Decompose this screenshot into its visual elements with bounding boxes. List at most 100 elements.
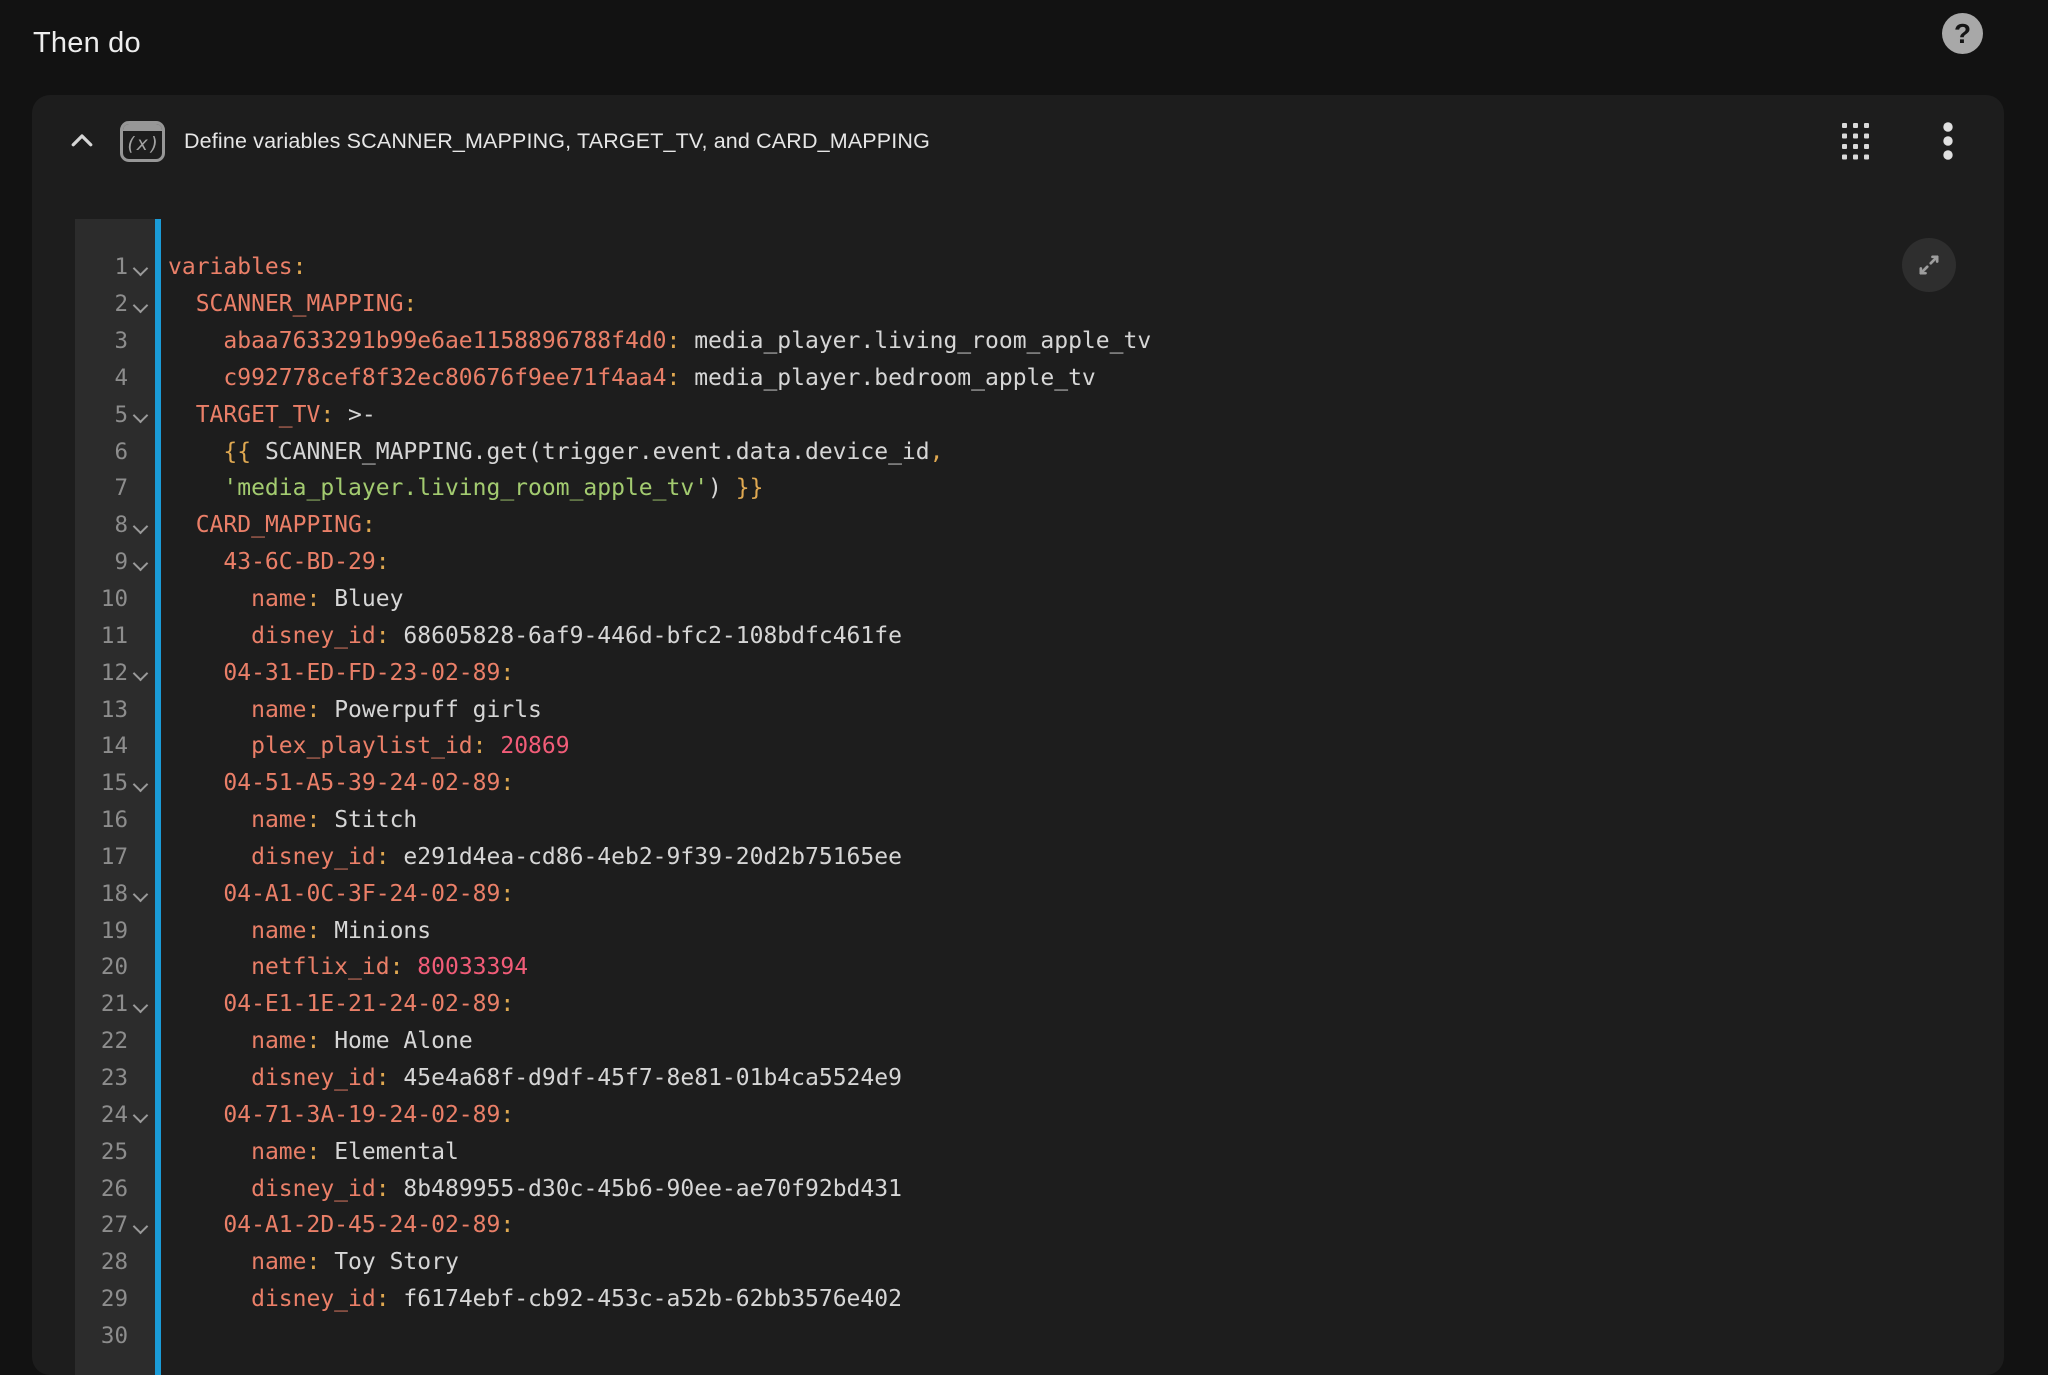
collapse-button[interactable] <box>58 117 106 165</box>
code-line[interactable]: 15 04-51-A5-39-24-02-89: <box>75 765 2004 802</box>
fold-chevron-icon[interactable] <box>133 887 149 903</box>
code-token: : <box>500 991 514 1017</box>
expand-diagonal-icon <box>1915 251 1943 279</box>
code-line[interactable]: 7 'media_player.living_room_apple_tv') }… <box>75 470 2004 507</box>
code-token: : <box>376 549 390 575</box>
code-token: SCANNER_MAPPING <box>196 291 404 317</box>
gutter-cell: 24 <box>75 1102 155 1128</box>
fold-chevron-icon[interactable] <box>133 1108 149 1124</box>
line-number: 13 <box>101 697 128 723</box>
code-line[interactable]: 11 disney_id: 68605828-6af9-446d-bfc2-10… <box>75 617 2004 654</box>
line-number: 26 <box>101 1176 128 1202</box>
fold-chevron-icon[interactable] <box>133 1219 149 1235</box>
code-line[interactable]: 10 name: Bluey <box>75 581 2004 618</box>
code-token: media_player.bedroom_apple_tv <box>680 365 1095 391</box>
gutter-cell: 12 <box>75 660 155 686</box>
gutter-cell: 17 <box>75 844 155 870</box>
line-number: 27 <box>101 1212 128 1238</box>
code-line[interactable]: 16 name: Stitch <box>75 802 2004 839</box>
code-token <box>168 844 251 870</box>
code-line[interactable]: 12 04-31-ED-FD-23-02-89: <box>75 654 2004 691</box>
code-line[interactable]: 29 disney_id: f6174ebf-cb92-453c-a52b-62… <box>75 1281 2004 1318</box>
gutter-cell: 10 <box>75 586 155 612</box>
code-text: 'media_player.living_room_apple_tv') }} <box>155 475 763 501</box>
code-token: Toy Story <box>320 1249 458 1275</box>
reorder-button[interactable] <box>1832 117 1880 165</box>
line-number: 22 <box>101 1028 128 1054</box>
code-token <box>168 623 251 649</box>
expand-editor-button[interactable] <box>1902 238 1956 292</box>
code-line[interactable]: 5 TARGET_TV: >- <box>75 396 2004 433</box>
code-token: : <box>376 1065 390 1091</box>
code-token: 68605828-6af9-446d-bfc2-108bdfc461fe <box>390 623 902 649</box>
code-line[interactable]: 24 04-71-3A-19-24-02-89: <box>75 1096 2004 1133</box>
gutter-cell: 25 <box>75 1139 155 1165</box>
code-token: 8b489955-d30c-45b6-90ee-ae70f92bd431 <box>390 1176 902 1202</box>
code-text: 04-71-3A-19-24-02-89: <box>155 1102 514 1128</box>
gutter-cell: 16 <box>75 807 155 833</box>
overflow-menu-button[interactable] <box>1924 117 1972 165</box>
gutter-cell: 21 <box>75 991 155 1017</box>
yaml-code-editor[interactable]: 1variables:2 SCANNER_MAPPING:3 abaa76332… <box>75 219 2004 1375</box>
code-line[interactable]: 18 04-A1-0C-3F-24-02-89: <box>75 875 2004 912</box>
code-line[interactable]: 13 name: Powerpuff girls <box>75 691 2004 728</box>
code-line[interactable]: 6 {{ SCANNER_MAPPING.get(trigger.event.d… <box>75 433 2004 470</box>
code-line[interactable]: 27 04-A1-2D-45-24-02-89: <box>75 1207 2004 1244</box>
code-line[interactable]: 1variables: <box>75 249 2004 286</box>
code-token: disney_id <box>251 844 376 870</box>
fold-chevron-icon[interactable] <box>133 408 149 424</box>
code-text: disney_id: 45e4a68f-d9df-45f7-8e81-01b4c… <box>155 1065 902 1091</box>
code-token <box>168 697 251 723</box>
code-line[interactable]: 23 disney_id: 45e4a68f-d9df-45f7-8e81-01… <box>75 1060 2004 1097</box>
code-token: 04-E1-1E-21-24-02-89 <box>223 991 500 1017</box>
gutter-cell: 14 <box>75 733 155 759</box>
fold-chevron-icon[interactable] <box>133 519 149 535</box>
gutter-cell: 7 <box>75 475 155 501</box>
line-number: 2 <box>114 291 128 317</box>
code-token: : <box>403 291 417 317</box>
code-line[interactable]: 4 c992778cef8f32ec80676f9ee71f4aa4: medi… <box>75 360 2004 397</box>
code-text: 04-A1-0C-3F-24-02-89: <box>155 881 514 907</box>
code-text: name: Stitch <box>155 807 417 833</box>
fold-chevron-icon[interactable] <box>133 776 149 792</box>
code-line[interactable]: 8 CARD_MAPPING: <box>75 507 2004 544</box>
code-token: name <box>251 1139 306 1165</box>
code-line[interactable]: 20 netflix_id: 80033394 <box>75 949 2004 986</box>
code-token: c992778cef8f32ec80676f9ee71f4aa4 <box>223 365 666 391</box>
code-line[interactable]: 14 plex_playlist_id: 20869 <box>75 728 2004 765</box>
code-token: 04-31-ED-FD-23-02-89 <box>223 660 500 686</box>
code-token: : <box>306 1028 320 1054</box>
fold-chevron-icon[interactable] <box>133 297 149 313</box>
code-text: disney_id: e291d4ea-cd86-4eb2-9f39-20d2b… <box>155 844 902 870</box>
code-line[interactable]: 21 04-E1-1E-21-24-02-89: <box>75 986 2004 1023</box>
line-number: 16 <box>101 807 128 833</box>
fold-chevron-icon[interactable] <box>133 666 149 682</box>
code-line[interactable]: 17 disney_id: e291d4ea-cd86-4eb2-9f39-20… <box>75 839 2004 876</box>
help-button[interactable]: ? <box>1942 13 1983 54</box>
gutter-cell: 8 <box>75 512 155 538</box>
code-line[interactable]: 2 SCANNER_MAPPING: <box>75 286 2004 323</box>
code-line[interactable]: 19 name: Minions <box>75 912 2004 949</box>
code-line[interactable]: 28 name: Toy Story <box>75 1244 2004 1281</box>
code-text: disney_id: 68605828-6af9-446d-bfc2-108bd… <box>155 623 902 649</box>
code-line[interactable]: 26 disney_id: 8b489955-d30c-45b6-90ee-ae… <box>75 1170 2004 1207</box>
code-token: Stitch <box>320 807 417 833</box>
code-line[interactable]: 25 name: Elemental <box>75 1133 2004 1170</box>
line-number: 8 <box>114 512 128 538</box>
code-line[interactable]: 22 name: Home Alone <box>75 1023 2004 1060</box>
fold-slot <box>128 261 153 274</box>
code-text: name: Minions <box>155 918 431 944</box>
code-line[interactable]: 3 abaa7633291b99e6ae1158896788f4d0: medi… <box>75 323 2004 360</box>
fold-chevron-icon[interactable] <box>133 555 149 571</box>
code-line[interactable]: 9 43-6C-BD-29: <box>75 544 2004 581</box>
fold-chevron-icon[interactable] <box>133 261 149 277</box>
code-token: Minions <box>320 918 431 944</box>
code-token <box>168 881 223 907</box>
code-token <box>168 660 223 686</box>
fold-chevron-icon[interactable] <box>133 998 149 1014</box>
line-number: 1 <box>114 254 128 280</box>
line-number: 29 <box>101 1286 128 1312</box>
code-text: 04-31-ED-FD-23-02-89: <box>155 660 514 686</box>
code-token <box>168 770 223 796</box>
code-line[interactable]: 30 <box>75 1317 2004 1354</box>
